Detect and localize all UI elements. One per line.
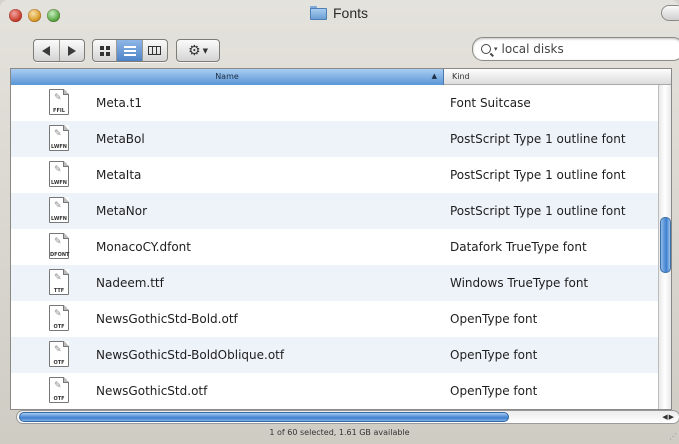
font-file-icon: ✎ LWFN bbox=[49, 197, 71, 225]
file-row[interactable]: ✎ TTF Nadeem.ttf Windows TrueType font bbox=[11, 265, 659, 301]
file-name: MetaIta bbox=[96, 168, 142, 182]
file-kind: PostScript Type 1 outline font bbox=[450, 132, 626, 146]
action-menu[interactable]: ⚙ ▼ bbox=[176, 39, 220, 62]
file-row[interactable]: ✎ LWFN MetaBol PostScript Type 1 outline … bbox=[11, 121, 659, 157]
chevron-down-icon: ▼ bbox=[202, 46, 208, 55]
font-file-icon: ✎ LWFN bbox=[49, 161, 71, 189]
kind-column-label: Kind bbox=[452, 72, 470, 81]
horizontal-scroll-thumb[interactable] bbox=[19, 412, 509, 422]
title-bar: Fonts bbox=[0, 0, 679, 30]
scroll-arrows-icon[interactable]: ◀▶ bbox=[662, 411, 675, 423]
view-mode-buttons bbox=[92, 39, 168, 62]
file-kind: Font Suitcase bbox=[450, 96, 531, 110]
file-rows: ✎ FFIL Meta.t1 Font Suitcase ✎ LWFN MetaBo… bbox=[11, 85, 659, 409]
file-name: MonacoCY.dfont bbox=[96, 240, 191, 254]
sort-ascending-icon: ▲ bbox=[431, 72, 437, 80]
toolbar-toggle-button[interactable] bbox=[661, 5, 679, 21]
file-kind: PostScript Type 1 outline font bbox=[450, 204, 626, 218]
search-icon bbox=[481, 44, 491, 54]
file-kind: Datafork TrueType font bbox=[450, 240, 587, 254]
font-file-icon: ✎ OTF bbox=[49, 341, 71, 369]
window-title: Fonts bbox=[333, 5, 369, 21]
file-kind: PostScript Type 1 outline font bbox=[450, 168, 626, 182]
close-icon[interactable] bbox=[9, 9, 22, 22]
status-bar: 1 of 60 selected, 1.61 GB available bbox=[269, 428, 410, 437]
list-view-button[interactable] bbox=[117, 40, 143, 61]
icon-view-button[interactable] bbox=[93, 40, 118, 61]
file-kind: OpenType font bbox=[450, 348, 538, 362]
forward-button[interactable] bbox=[60, 40, 85, 61]
file-row[interactable]: ✎ OTF NewsGothicStd-Bold.otf OpenType fon… bbox=[11, 301, 659, 337]
finder-window: Fonts ⚙▼ ▾ Name ▲ bbox=[0, 0, 679, 444]
minimize-icon[interactable] bbox=[28, 9, 41, 22]
file-row[interactable]: ✎ OTF NewsGothicStd.otf OpenType font bbox=[11, 373, 659, 409]
forward-arrow-icon bbox=[67, 45, 76, 56]
name-column-label: Name bbox=[215, 72, 239, 81]
font-file-icon: ✎ TTF bbox=[49, 269, 71, 297]
file-kind: OpenType font bbox=[450, 384, 538, 398]
file-name: MetaBol bbox=[96, 132, 145, 146]
column-view-icon bbox=[148, 46, 162, 55]
vertical-scroll-thumb[interactable] bbox=[660, 217, 671, 273]
folder-icon bbox=[310, 6, 327, 20]
file-row[interactable]: ✎ DFONT MonacoCY.dfont Datafork TrueType … bbox=[11, 229, 659, 265]
file-name: MetaNor bbox=[96, 204, 148, 218]
vertical-scrollbar[interactable] bbox=[658, 85, 671, 409]
font-file-icon: ✎ DFONT bbox=[49, 233, 71, 261]
horizontal-scrollbar[interactable]: ◀▶ bbox=[16, 410, 679, 424]
kind-column-header[interactable]: Kind bbox=[444, 69, 671, 85]
file-kind: Windows TrueType font bbox=[450, 276, 589, 290]
gear-icon: ⚙ bbox=[188, 42, 201, 59]
back-button[interactable] bbox=[34, 40, 60, 61]
file-row[interactable]: ✎ LWFN MetaIta PostScript Type 1 outline … bbox=[11, 157, 659, 193]
name-column-header[interactable]: Name ▲ bbox=[11, 69, 444, 85]
file-row[interactable]: ✎ FFIL Meta.t1 Font Suitcase bbox=[11, 85, 659, 121]
icon-view-icon bbox=[99, 45, 110, 56]
search-input[interactable] bbox=[501, 42, 652, 56]
file-kind: OpenType font bbox=[450, 312, 538, 326]
file-name: NewsGothicStd.otf bbox=[96, 384, 208, 398]
file-list: Name ▲ Kind ✎ FFIL Meta.t1 Font Suitcase … bbox=[10, 68, 672, 410]
action-button[interactable]: ⚙ ▼ bbox=[177, 40, 219, 61]
font-file-icon: ✎ FFIL bbox=[49, 89, 71, 117]
file-name: NewsGothicStd-Bold.otf bbox=[96, 312, 238, 326]
back-arrow-icon bbox=[42, 45, 51, 56]
file-name: NewsGothicStd-BoldOblique.otf bbox=[96, 348, 285, 362]
zoom-icon[interactable] bbox=[47, 9, 60, 22]
column-view-button[interactable] bbox=[143, 40, 167, 61]
font-file-icon: ✎ LWFN bbox=[49, 125, 71, 153]
file-name: Meta.t1 bbox=[96, 96, 142, 110]
font-file-icon: ✎ OTF bbox=[49, 305, 71, 333]
file-name: Nadeem.ttf bbox=[96, 276, 164, 290]
column-header: Name ▲ Kind bbox=[11, 69, 671, 85]
list-view-icon bbox=[123, 45, 136, 56]
file-row[interactable]: ✎ OTF NewsGothicStd-BoldOblique.otf OpenT… bbox=[11, 337, 659, 373]
resize-grip-icon[interactable]: ⋰ bbox=[669, 432, 677, 441]
search-field[interactable]: ▾ bbox=[472, 37, 679, 61]
nav-buttons bbox=[33, 39, 85, 62]
file-row[interactable]: ✎ LWFN MetaNor PostScript Type 1 outline … bbox=[11, 193, 659, 229]
font-file-icon: ✎ OTF bbox=[49, 377, 71, 405]
chevron-down-icon: ▾ bbox=[494, 45, 498, 53]
window-title-group: Fonts bbox=[310, 5, 368, 21]
